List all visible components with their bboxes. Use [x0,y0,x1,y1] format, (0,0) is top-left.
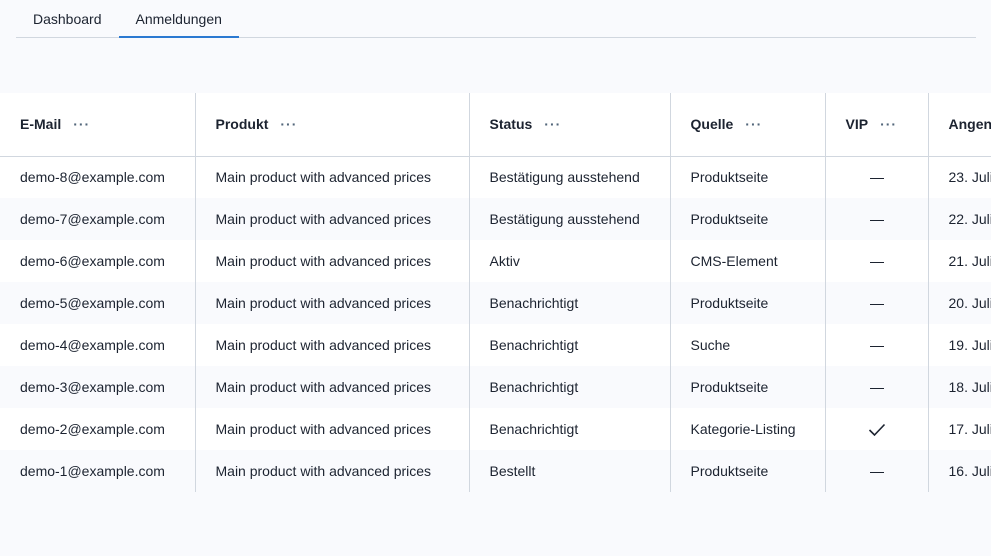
cell-product: Main product with advanced prices [195,198,470,240]
column-options-icon[interactable]: ··· [544,116,561,132]
dash-icon [869,387,884,389]
cell-date: 20. Juli [928,282,991,324]
cell-email: demo-1@example.com [0,450,196,492]
dash-icon [869,261,884,263]
cell-status: Benachrichtigt [469,324,671,366]
column-header-label: Quelle [690,116,734,133]
cell-email: demo-7@example.com [0,198,196,240]
cell-vip [825,156,929,198]
cell-product: Main product with advanced prices [195,240,470,282]
column-header-label: Angen [948,116,991,133]
cell-status: Benachrichtigt [469,366,671,408]
cell-product: Main product with advanced prices [195,324,470,366]
dash-icon [869,219,884,221]
cell-source: Produktseite [670,156,826,198]
cell-date: 16. Juli [928,450,991,492]
cell-product: Main product with advanced prices [195,408,470,450]
cell-status: Bestätigung ausstehend [469,198,671,240]
column-header-email[interactable]: E-Mail ··· [0,93,196,157]
column-header-status[interactable]: Status ··· [469,93,671,157]
column-options-icon[interactable]: ··· [745,116,762,132]
cell-product: Main product with advanced prices [195,450,470,492]
cell-date: 17. Juli [928,408,991,450]
cell-status: Benachrichtigt [469,408,671,450]
cell-product: Main product with advanced prices [195,282,470,324]
checkmark-icon [868,424,885,437]
table-row[interactable]: demo-5@example.com Main product with adva… [0,282,991,324]
cell-status: Bestätigung ausstehend [469,156,671,198]
cell-source: CMS-Element [670,240,826,282]
cell-product: Main product with advanced prices [195,156,470,198]
tab-dashboard[interactable]: Dashboard [16,1,119,38]
cell-status: Benachrichtigt [469,282,671,324]
table-row[interactable]: demo-7@example.com Main product with adva… [0,198,991,240]
column-header-label: Produkt [215,116,269,133]
cell-email: demo-4@example.com [0,324,196,366]
cell-status: Aktiv [469,240,671,282]
cell-vip [825,366,929,408]
cell-product: Main product with advanced prices [195,366,470,408]
column-header-date[interactable]: Angen [928,93,991,157]
cell-source: Produktseite [670,450,826,492]
table-row[interactable]: demo-8@example.com Main product with adva… [0,156,991,198]
table-row[interactable]: demo-4@example.com Main product with adva… [0,324,991,366]
column-options-icon[interactable]: ··· [880,116,897,132]
cell-source: Kategorie-Listing [670,408,826,450]
cell-source: Produktseite [670,282,826,324]
table-row[interactable]: demo-1@example.com Main product with adva… [0,450,991,492]
cell-email: demo-3@example.com [0,366,196,408]
cell-vip [825,240,929,282]
cell-date: 23. Juli [928,156,991,198]
cell-vip [825,282,929,324]
column-header-vip[interactable]: VIP ··· [825,93,929,157]
column-header-label: E-Mail [20,116,62,133]
dash-icon [869,178,884,180]
cell-email: demo-6@example.com [0,240,196,282]
table-row[interactable]: demo-3@example.com Main product with adva… [0,366,991,408]
dash-icon [869,303,884,305]
cell-vip [825,450,929,492]
column-options-icon[interactable]: ··· [73,116,90,132]
column-options-icon[interactable]: ··· [280,116,297,132]
dash-icon [869,471,884,473]
cell-date: 21. Juli [928,240,991,282]
cell-date: 19. Juli [928,324,991,366]
cell-date: 18. Juli [928,366,991,408]
tab-anmeldungen[interactable]: Anmeldungen [118,1,239,38]
dash-icon [869,345,884,347]
cell-vip [825,324,929,366]
cell-source: Produktseite [670,366,826,408]
cell-source: Suche [670,324,826,366]
cell-vip [825,408,929,450]
cell-date: 22. Juli [928,198,991,240]
column-header-label: Status [489,116,533,133]
subscriptions-table: E-Mail ··· Produkt ··· Status ··· Quelle ···… [0,93,991,492]
cell-vip [825,198,929,240]
column-header-label: VIP [845,116,869,133]
table-row[interactable]: demo-2@example.com Main product with adva… [0,408,991,450]
column-header-source[interactable]: Quelle ··· [670,93,826,157]
cell-source: Produktseite [670,198,826,240]
column-header-product[interactable]: Produkt ··· [195,93,470,157]
table-row[interactable]: demo-6@example.com Main product with adva… [0,240,991,282]
tab-bar: Dashboard Anmeldungen [16,0,976,38]
table-header-row: E-Mail ··· Produkt ··· Status ··· Quelle ···… [0,93,991,157]
cell-email: demo-5@example.com [0,282,196,324]
cell-email: demo-2@example.com [0,408,196,450]
cell-status: Bestellt [469,450,671,492]
cell-email: demo-8@example.com [0,156,196,198]
